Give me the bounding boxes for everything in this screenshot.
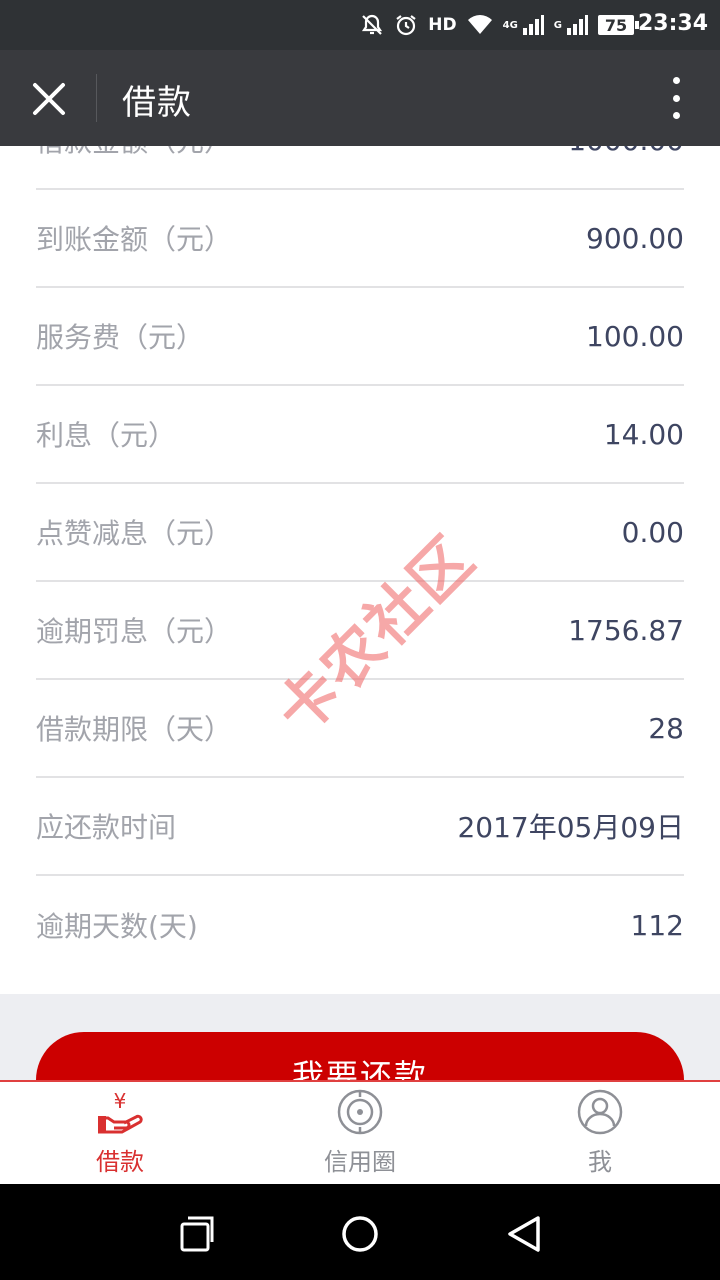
network-type-label: 4G (502, 19, 518, 31)
close-icon (33, 83, 65, 115)
row-value: 1000.00 (568, 146, 684, 157)
recent-apps-icon[interactable] (176, 1214, 216, 1254)
row-like-discount: 点赞减息（元） 0.00 (36, 484, 684, 582)
row-due-date: 应还款时间 2017年05月09日 (36, 778, 684, 876)
row-value: 0.00 (621, 515, 684, 549)
row-overdue-days: 逾期天数(天) 112 (36, 876, 684, 974)
row-label: 服务费（元） (36, 321, 205, 354)
alarm-icon (396, 15, 416, 36)
tab-me[interactable]: 我 (480, 1082, 720, 1184)
loan-hand-icon: ¥ (98, 1089, 143, 1134)
row-service-fee: 服务费（元） 100.00 (36, 288, 684, 386)
action-area: 我要还款 (0, 994, 720, 1080)
tab-loan[interactable]: ¥ 借款 (0, 1082, 240, 1184)
row-received-amount: 到账金额（元） 900.00 (36, 190, 684, 288)
row-label: 到账金额（元） (36, 223, 233, 256)
row-loan-amount: 借款金额（元） 1000.00 (36, 146, 684, 190)
row-label: 应还款时间 (36, 811, 177, 844)
row-overdue-penalty: 逾期罚息（元） 1756.87 (36, 582, 684, 680)
title-bar: 借款 (0, 50, 720, 146)
tab-label: 借款 (96, 1148, 144, 1176)
more-options-button[interactable] (666, 77, 686, 119)
repay-button[interactable]: 我要还款 (36, 1032, 684, 1080)
bottom-tab-bar: ¥ 借款 信用圈 我 (0, 1080, 720, 1184)
battery-level: 75 (604, 15, 628, 35)
row-value: 14.00 (603, 417, 684, 451)
row-label: 借款金额（元） (36, 146, 232, 160)
row-label: 利息（元） (36, 419, 177, 452)
notifications-off-icon (362, 14, 383, 35)
row-interest: 利息（元） 14.00 (36, 386, 684, 484)
status-bar: HD 4G G 75 23:34 (0, 0, 720, 50)
tab-label: 我 (588, 1148, 612, 1176)
row-label: 点赞减息（元） (36, 517, 233, 550)
system-nav-bar (0, 1184, 720, 1280)
credit-circle-icon (337, 1089, 383, 1135)
more-dot-icon (672, 77, 680, 84)
status-time: 23:34 (637, 11, 708, 36)
tab-credit-circle[interactable]: 信用圈 (240, 1082, 480, 1184)
wifi-icon (467, 15, 492, 34)
row-label: 逾期天数(天) (36, 910, 198, 943)
row-value: 100.00 (586, 319, 684, 353)
profile-icon (577, 1089, 623, 1135)
more-dot-icon (672, 94, 680, 102)
hd-voice-indicator: HD (428, 15, 457, 35)
title-divider (96, 74, 97, 122)
row-value: 900.00 (586, 221, 684, 255)
svg-text:¥: ¥ (114, 1089, 127, 1113)
close-button[interactable] (26, 76, 72, 122)
back-icon[interactable] (504, 1214, 544, 1254)
battery-icon: 75 (598, 15, 639, 35)
row-value: 28 (648, 711, 684, 745)
more-dot-icon (672, 112, 680, 119)
loan-detail-list[interactable]: 借款金额（元） 1000.00 到账金额（元） 900.00 服务费（元） 10… (0, 146, 720, 994)
tab-label: 信用圈 (324, 1148, 396, 1176)
row-value: 112 (630, 908, 684, 942)
page-title: 借款 (122, 83, 192, 123)
row-label: 逾期罚息（元） (36, 615, 233, 648)
home-icon[interactable] (340, 1214, 380, 1254)
signal-icon (522, 15, 544, 35)
row-loan-term: 借款期限（天） 28 (36, 680, 684, 778)
row-label: 借款期限（天） (36, 713, 233, 746)
network2-type-label: G (553, 19, 562, 31)
row-value: 2017年05月09日 (457, 811, 684, 844)
status-icons: HD 4G G 75 (360, 11, 639, 39)
signal2-icon (567, 15, 588, 35)
row-value: 1756.87 (568, 613, 684, 647)
